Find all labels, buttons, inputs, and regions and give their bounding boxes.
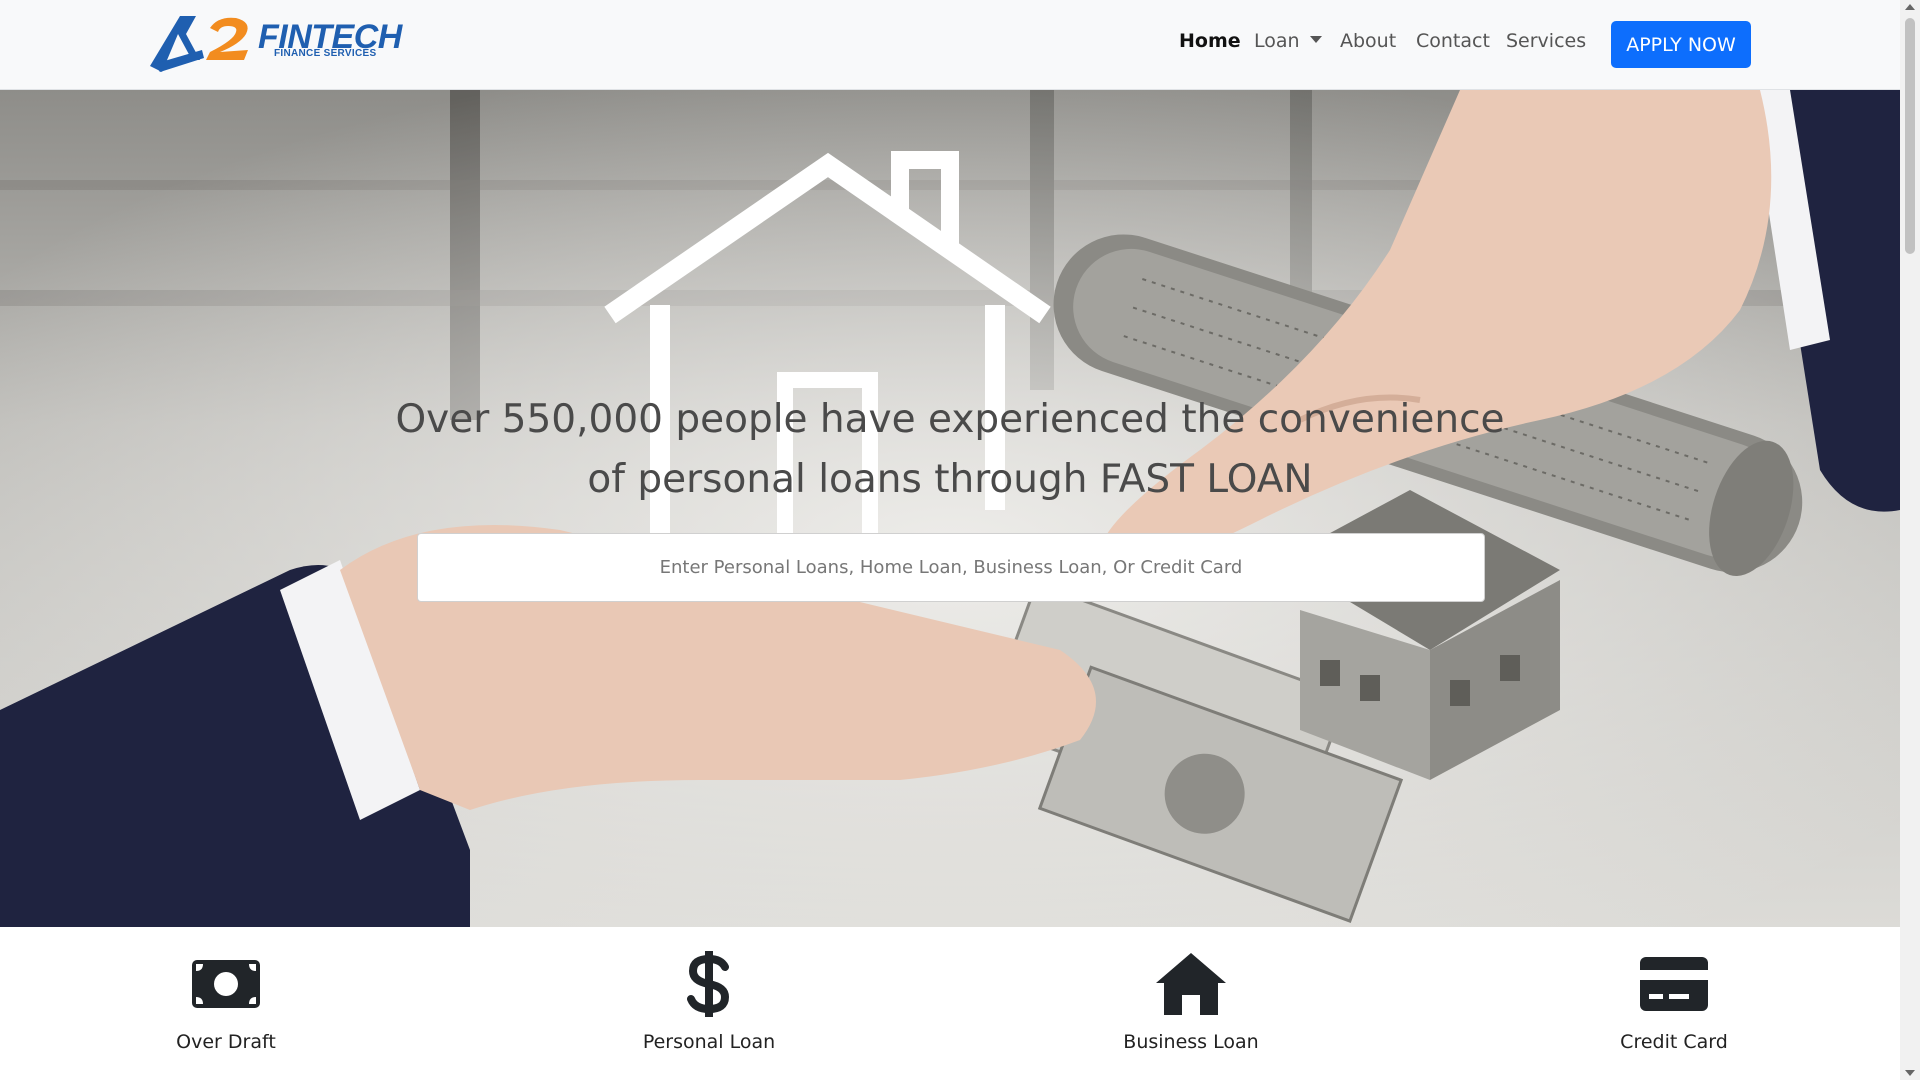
credit-card-icon	[1564, 949, 1784, 1019]
services-row: Over Draft Personal Loan Business Loan C…	[0, 927, 1900, 1080]
service-label: Credit Card	[1620, 1031, 1728, 1053]
service-label: Personal Loan	[642, 1031, 776, 1053]
logo-mark-icon	[150, 16, 248, 72]
service-label: Business Loan	[1123, 1031, 1259, 1053]
nav-loan-label: Loan	[1254, 30, 1300, 52]
navbar: FINTECH FINANCE SERVICES Home Loan About…	[0, 0, 1900, 90]
page-scrollbar[interactable]	[1900, 0, 1920, 1080]
logo-subtext: FINANCE SERVICES	[274, 48, 377, 59]
nav-loan-dropdown[interactable]: Loan	[1254, 30, 1322, 52]
service-tile-credit-card[interactable]: Credit Card	[1564, 949, 1784, 1053]
caret-down-icon	[1309, 36, 1322, 43]
service-tile-personal-loan[interactable]: Personal Loan	[599, 949, 819, 1053]
brand-logo[interactable]: FINTECH FINANCE SERVICES	[148, 14, 402, 76]
apply-now-button[interactable]: APPLY NOW	[1611, 21, 1751, 68]
hero-banner: Over 550,000 people have experienced the…	[0, 90, 1900, 927]
nav-contact-link[interactable]: Contact	[1416, 30, 1490, 52]
nav-home-link[interactable]: Home	[1179, 30, 1241, 52]
loan-search-input[interactable]	[417, 533, 1485, 602]
service-label: Over Draft	[176, 1031, 276, 1053]
scroll-thumb[interactable]	[1905, 18, 1915, 254]
nav-services-link[interactable]: Services	[1506, 30, 1586, 52]
hero-headline: Over 550,000 people have experienced the…	[395, 397, 1505, 502]
nav-about-link[interactable]: About	[1340, 30, 1396, 52]
home-icon	[1081, 949, 1301, 1019]
service-tile-over-draft[interactable]: Over Draft	[116, 949, 336, 1053]
service-tile-business-loan[interactable]: Business Loan	[1081, 949, 1301, 1053]
money-bill-icon	[116, 949, 336, 1019]
scroll-down-icon[interactable]	[1905, 1070, 1915, 1076]
scroll-up-icon[interactable]	[1905, 4, 1915, 10]
dollar-icon	[599, 949, 819, 1019]
